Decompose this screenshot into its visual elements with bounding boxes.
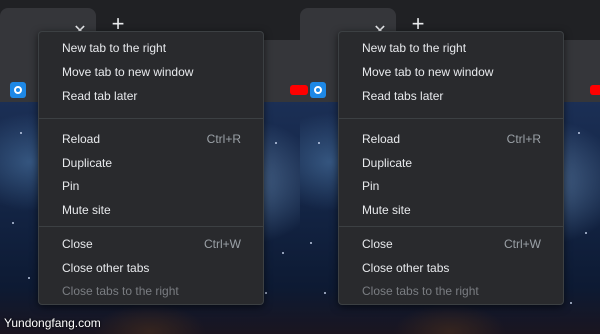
menu-item-close[interactable]: Close Ctrl+W bbox=[339, 232, 563, 256]
menu-separator bbox=[39, 118, 263, 119]
menu-item-label: Close tabs to the right bbox=[362, 284, 479, 298]
menu-item-label: New tab to the right bbox=[362, 41, 467, 55]
menu-item-duplicate[interactable]: Duplicate bbox=[39, 151, 263, 175]
menu-item-label: Reload bbox=[62, 132, 101, 146]
menu-item-label: New tab to the right bbox=[62, 41, 167, 55]
bookmark-blue-icon[interactable] bbox=[310, 82, 326, 98]
menu-item-label: Read tabs later bbox=[362, 89, 444, 103]
youtube-icon[interactable] bbox=[300, 85, 308, 95]
menu-item-label: Duplicate bbox=[62, 156, 113, 170]
menu-item-pin[interactable]: Pin bbox=[39, 174, 263, 198]
menu-item-label: Duplicate bbox=[362, 156, 413, 170]
bookmark-blue-icon[interactable] bbox=[10, 82, 26, 98]
menu-item-label: Close bbox=[62, 237, 93, 251]
menu-item-label: Pin bbox=[362, 179, 380, 193]
watermark-text: Yundongfang.com bbox=[4, 316, 101, 330]
menu-item-label: Close bbox=[362, 237, 393, 251]
menu-item-shortcut: Ctrl+R bbox=[506, 132, 541, 146]
menu-item-pin[interactable]: Pin bbox=[339, 174, 563, 198]
menu-item-read-later[interactable]: Read tab later bbox=[39, 84, 263, 108]
menu-item-shortcut: Ctrl+W bbox=[204, 237, 241, 251]
menu-item-reload[interactable]: Reload Ctrl+R bbox=[339, 127, 563, 151]
menu-item-move-tab-new-window[interactable]: Move tab to new window bbox=[339, 60, 563, 84]
menu-item-shortcut: Ctrl+W bbox=[504, 237, 541, 251]
browser-pane-right: ✕ + New tab to the right Move tab to new… bbox=[300, 0, 600, 334]
menu-item-label: Move tab to new window bbox=[362, 65, 494, 79]
menu-item-label: Close other tabs bbox=[362, 261, 450, 275]
menu-separator bbox=[339, 226, 563, 227]
youtube-icon[interactable] bbox=[590, 85, 600, 95]
menu-item-close-other-tabs[interactable]: Close other tabs bbox=[339, 256, 563, 280]
menu-item-label: Close other tabs bbox=[62, 261, 150, 275]
menu-item-duplicate[interactable]: Duplicate bbox=[339, 151, 563, 175]
tab-context-menu: New tab to the right Move tab to new win… bbox=[338, 31, 564, 305]
menu-item-new-tab-right[interactable]: New tab to the right bbox=[39, 36, 263, 60]
menu-item-label: Mute site bbox=[362, 203, 411, 217]
menu-item-close[interactable]: Close Ctrl+W bbox=[39, 232, 263, 256]
menu-item-label: Reload bbox=[362, 132, 401, 146]
menu-item-move-tab-new-window[interactable]: Move tab to new window bbox=[39, 60, 263, 84]
menu-item-reload[interactable]: Reload Ctrl+R bbox=[39, 127, 263, 151]
menu-item-close-tabs-right: Close tabs to the right bbox=[39, 279, 263, 303]
menu-item-shortcut: Ctrl+R bbox=[206, 132, 241, 146]
menu-item-label: Read tab later bbox=[62, 89, 138, 103]
menu-item-mute-site[interactable]: Mute site bbox=[39, 198, 263, 222]
menu-item-mute-site[interactable]: Mute site bbox=[339, 198, 563, 222]
menu-item-label: Close tabs to the right bbox=[62, 284, 179, 298]
menu-item-new-tab-right[interactable]: New tab to the right bbox=[339, 36, 563, 60]
menu-separator bbox=[339, 118, 563, 119]
menu-item-label: Pin bbox=[62, 179, 80, 193]
menu-item-label: Move tab to new window bbox=[62, 65, 194, 79]
menu-separator bbox=[39, 226, 263, 227]
tab-context-menu: New tab to the right Move tab to new win… bbox=[38, 31, 264, 305]
browser-pane-left: ✕ + New tab to the right Move tab to new… bbox=[0, 0, 300, 334]
youtube-icon[interactable] bbox=[290, 85, 300, 95]
menu-item-close-tabs-right: Close tabs to the right bbox=[339, 279, 563, 303]
menu-item-close-other-tabs[interactable]: Close other tabs bbox=[39, 256, 263, 280]
menu-item-read-later[interactable]: Read tabs later bbox=[339, 84, 563, 108]
menu-item-label: Mute site bbox=[62, 203, 111, 217]
